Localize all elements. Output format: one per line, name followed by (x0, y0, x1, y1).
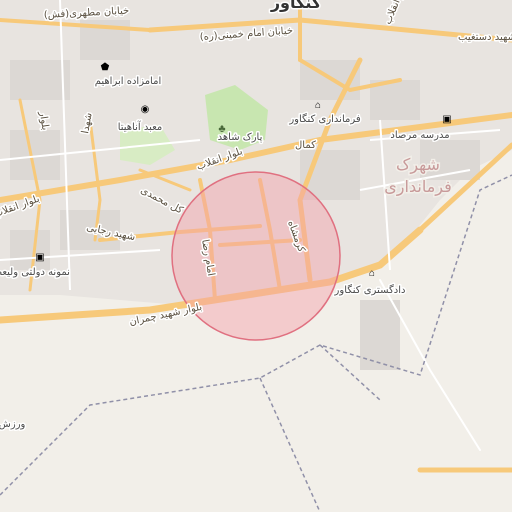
poi-label: معبد آناهیتا (118, 120, 163, 133)
district-label-1: شهرک (396, 155, 440, 175)
city-label: کنگاور (270, 0, 322, 12)
poi-label: مدرسه مرصاد (390, 130, 449, 141)
district-label-2: فرمانداری (384, 177, 451, 197)
road-label-dastgheib: شهید دستغیب (458, 32, 512, 43)
road-label-kamal: کمال (295, 140, 316, 151)
map-canvas[interactable]: کنگاور شهرک فرمانداری خیابان مطهری(فش) خ… (0, 0, 512, 512)
poi-label-varzesh: ورزش (0, 419, 26, 430)
poi-label: فرمانداری کنگاور (288, 113, 361, 125)
school-icon: ▣ (442, 114, 451, 125)
map-view[interactable]: کنگاور شهرک فرمانداری خیابان مطهری(فش) خ… (0, 0, 512, 512)
highlight-circle[interactable] (171, 171, 341, 341)
poi-label: امامزاده ابراهیم (95, 76, 162, 87)
government-icon: ⌂ (315, 100, 321, 111)
mosque-icon: ⬟ (101, 62, 110, 73)
poi-label: پارک شاهد (218, 132, 263, 143)
poi-label: نمونه دولتی ولیعص (0, 267, 70, 278)
poi-label: دادگستری کنگاور (334, 284, 406, 296)
camera-icon: ◉ (141, 104, 150, 115)
courthouse-icon: ⌂ (369, 268, 375, 279)
school-icon: ▣ (35, 252, 44, 263)
